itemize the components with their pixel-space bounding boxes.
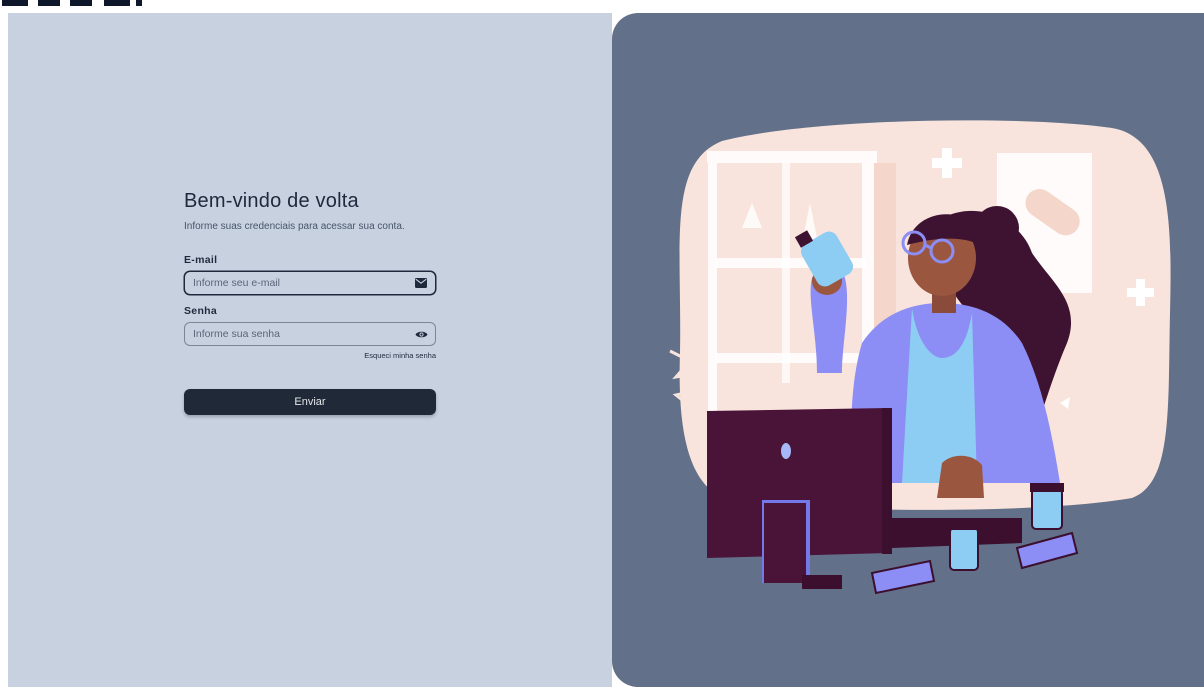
submit-button[interactable]: Enviar (184, 389, 436, 415)
email-field[interactable] (193, 277, 393, 289)
top-left-logo-fragment (0, 0, 150, 10)
login-form: Bem-vindo de volta Informe suas credenci… (184, 190, 436, 415)
illustration-panel (612, 13, 1204, 687)
password-label: Senha (184, 305, 218, 317)
password-field[interactable] (193, 328, 393, 340)
page-title: Bem-vindo de volta (184, 190, 359, 212)
forgot-password-link[interactable]: Esqueci minha senha (184, 351, 436, 360)
email-field-container (184, 271, 436, 295)
email-label: E-mail (184, 254, 218, 266)
password-field-container (184, 322, 436, 346)
envelope-icon (414, 276, 428, 290)
pharmacist-illustration (669, 120, 1171, 595)
page-subtitle: Informe suas credenciais para acessar su… (184, 221, 405, 232)
eye-icon[interactable] (414, 327, 428, 341)
